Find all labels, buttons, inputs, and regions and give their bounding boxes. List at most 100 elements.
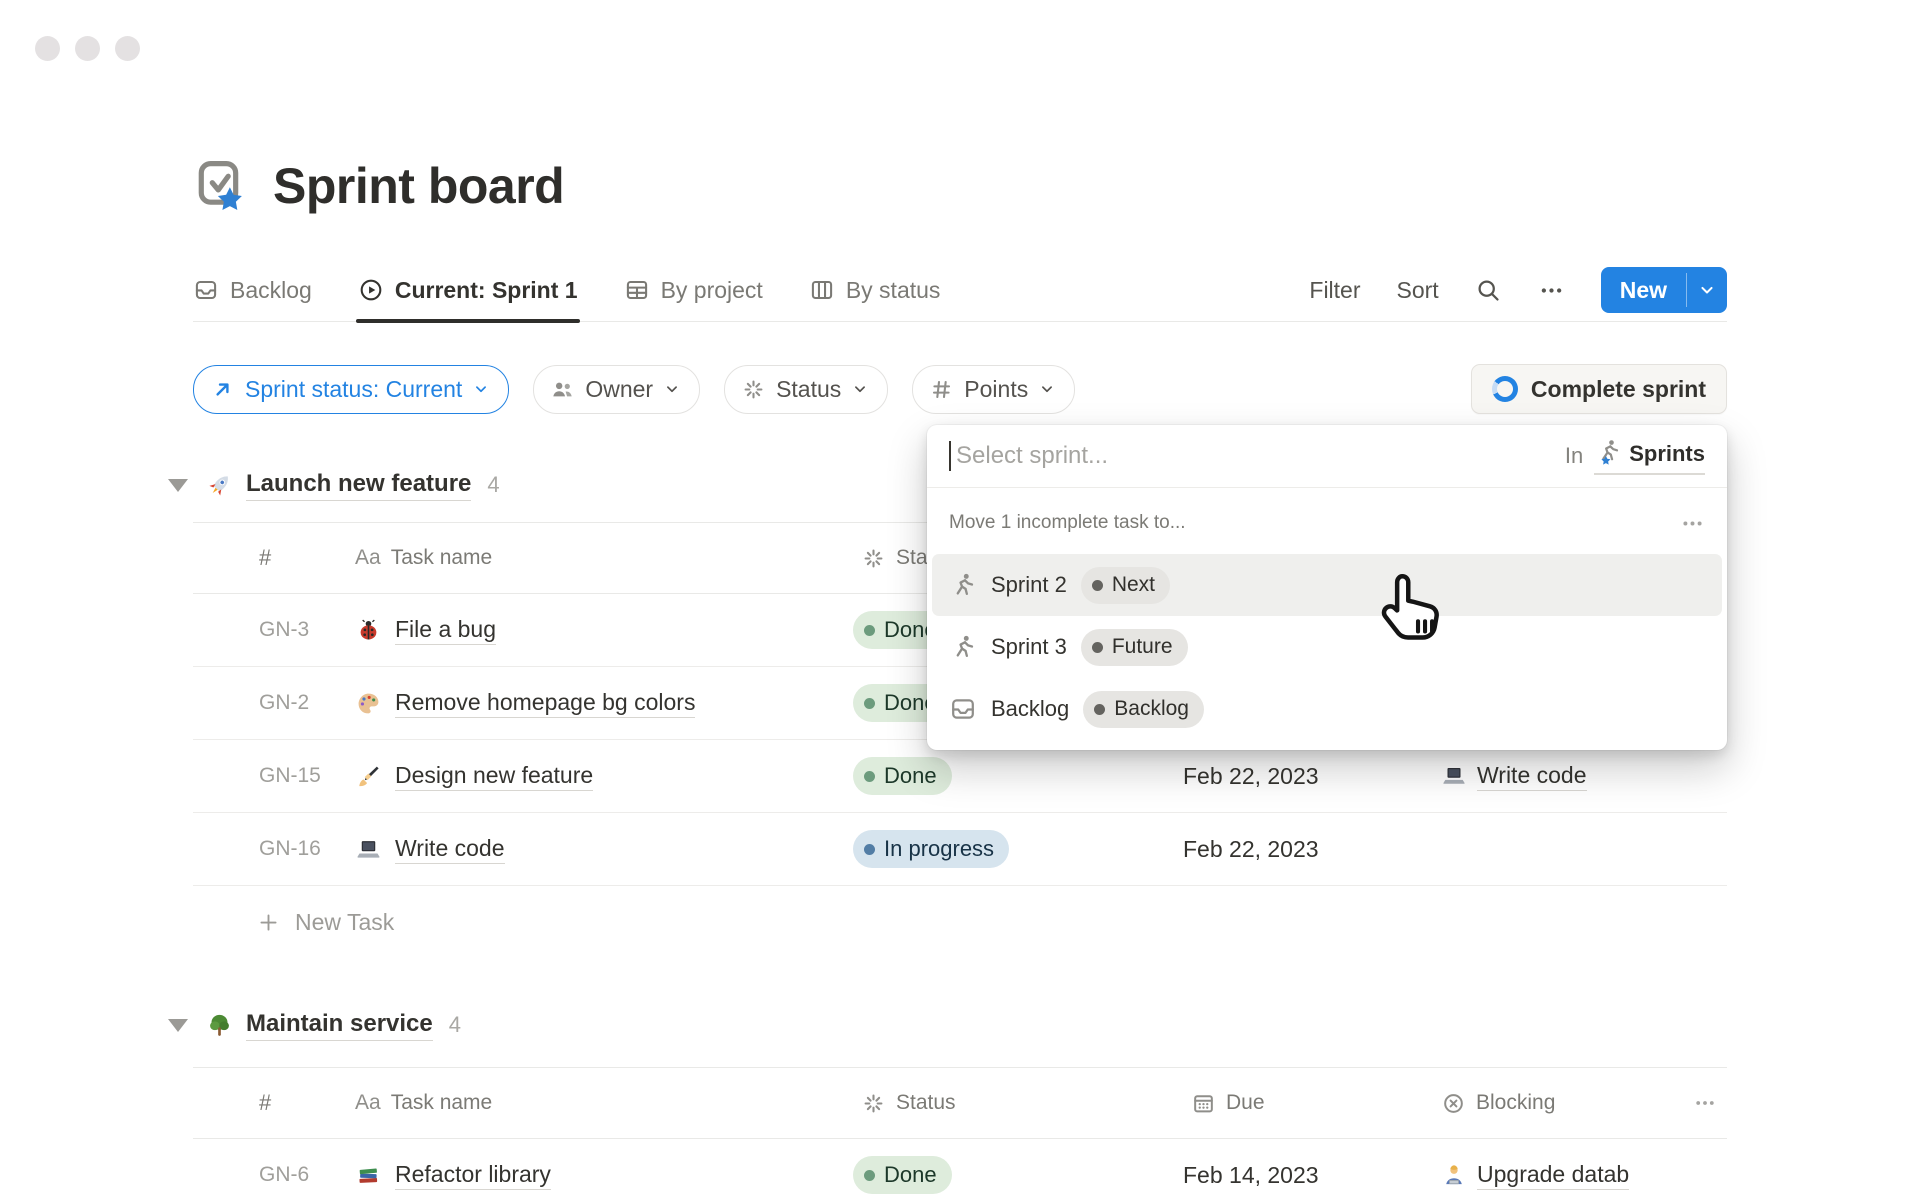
- table-row-gn-15[interactable]: GN-15Design new featureDoneFeb 22, 2023W…: [193, 740, 1727, 813]
- column-header-blocking[interactable]: Blocking: [1433, 1091, 1693, 1116]
- option-label: Backlog: [991, 696, 1069, 722]
- column-label: Blocking: [1476, 1091, 1555, 1115]
- status-dot-icon: [864, 625, 875, 636]
- popup-options: Sprint 2NextSprint 3FutureBacklogBacklog: [927, 548, 1727, 750]
- task-name-link[interactable]: Refactor library: [355, 1161, 853, 1190]
- task-name-link[interactable]: Remove homepage bg colors: [355, 689, 853, 718]
- view-tabs: Backlog Current: Sprint 1 By project By sta…: [193, 259, 940, 321]
- filter-chip-points[interactable]: Points: [912, 365, 1075, 414]
- page-title: Sprint board: [273, 157, 564, 215]
- popup-option-sprint-2[interactable]: Sprint 2Next: [932, 554, 1722, 616]
- search-icon[interactable]: [1475, 277, 1502, 304]
- task-name-link[interactable]: File a bug: [355, 616, 853, 645]
- column-header-id[interactable]: #: [193, 1090, 355, 1116]
- column-header-id[interactable]: #: [193, 545, 355, 571]
- laptop-icon: [355, 836, 382, 863]
- group-title[interactable]: Maintain service: [246, 1010, 433, 1041]
- task-id: GN-3: [193, 618, 355, 642]
- status-dot-icon: [1092, 580, 1103, 591]
- table-row-gn-6[interactable]: GN-6Refactor library Done Feb 14, 2023 Upgr…: [193, 1139, 1727, 1200]
- palette-icon: [355, 690, 382, 717]
- column-header-due[interactable]: Due: [1183, 1091, 1433, 1116]
- status-badge: Done: [853, 1156, 952, 1194]
- status-cell[interactable]: Done: [853, 1156, 1183, 1194]
- option-status-badge: Future: [1081, 629, 1188, 666]
- task-id: GN-2: [193, 691, 355, 715]
- window-controls: [35, 36, 140, 61]
- popup-collection: In Sprints: [1565, 438, 1705, 475]
- tab-backlog[interactable]: Backlog: [193, 259, 312, 321]
- blocking-cell[interactable]: Upgrade datab: [1433, 1161, 1693, 1190]
- tab-label: Current: Sprint 1: [395, 277, 578, 304]
- task-name: Design new feature: [395, 762, 593, 791]
- ladybug-icon: [355, 617, 382, 644]
- blocking-task-name: Write code: [1477, 762, 1587, 791]
- sort-button[interactable]: Sort: [1397, 277, 1439, 304]
- column-header-status[interactable]: Status: [853, 1091, 1183, 1116]
- table-row-gn-16[interactable]: GN-16Write codeIn progressFeb 22, 2023: [193, 813, 1727, 886]
- triangle-down-icon[interactable]: [168, 1019, 188, 1032]
- in-label: In: [1565, 443, 1583, 469]
- due-date[interactable]: Feb 22, 2023: [1183, 763, 1433, 790]
- tab-by-status[interactable]: By status: [809, 259, 941, 321]
- new-task-label: New Task: [295, 909, 394, 936]
- table-more-icon[interactable]: [1693, 1091, 1727, 1115]
- triangle-down-icon[interactable]: [168, 479, 188, 492]
- blocking-task-name: Upgrade datab: [1477, 1161, 1629, 1190]
- column-header-task-name[interactable]: Aa Task name: [355, 1091, 853, 1115]
- popup-option-backlog[interactable]: BacklogBacklog: [932, 678, 1722, 740]
- window-zoom-button[interactable]: [115, 36, 140, 61]
- popup-option-sprint-3[interactable]: Sprint 3Future: [932, 616, 1722, 678]
- group-title[interactable]: Launch new feature: [246, 470, 471, 501]
- status-badge: Done: [853, 757, 952, 795]
- due-date[interactable]: Feb 14, 2023: [1183, 1162, 1433, 1189]
- chevron-down-icon: [851, 380, 869, 398]
- column-label: Due: [1226, 1091, 1265, 1115]
- complete-sprint-button[interactable]: Complete sprint: [1471, 364, 1727, 414]
- status-dot-icon: [864, 844, 875, 855]
- tab-label: By project: [661, 277, 763, 304]
- task-name-link[interactable]: Design new feature: [355, 762, 853, 791]
- more-options-icon[interactable]: [1538, 277, 1565, 304]
- filter-chip-owner[interactable]: Owner: [533, 365, 700, 414]
- blocking-cell[interactable]: Write code: [1433, 762, 1693, 791]
- window-close-button[interactable]: [35, 36, 60, 61]
- checkbox-star-icon[interactable]: [193, 157, 251, 215]
- column-header-task-name[interactable]: AaTask name: [355, 546, 853, 570]
- tab-label: Backlog: [230, 277, 312, 304]
- task-group-maintain-service: Maintain service 4 #Aa Task name Status Due Bl…: [193, 997, 1727, 1200]
- text-type-icon: Aa: [355, 1091, 381, 1115]
- inbox-icon: [193, 277, 219, 303]
- status-dot-icon: [864, 771, 875, 782]
- status-label: Done: [884, 1162, 937, 1188]
- status-cell[interactable]: In progress: [853, 830, 1183, 868]
- filter-button[interactable]: Filter: [1309, 277, 1360, 304]
- new-task-button[interactable]: New Task: [193, 886, 1727, 958]
- group-count: 4: [449, 1012, 461, 1038]
- view-toolbar: Filter Sort New: [1309, 267, 1727, 313]
- badge-label: Next: [1112, 573, 1155, 597]
- window-minimize-button[interactable]: [75, 36, 100, 61]
- filter-chip-status[interactable]: Status: [724, 365, 888, 414]
- runner-icon: [949, 571, 977, 599]
- due-date[interactable]: Feb 22, 2023: [1183, 836, 1433, 863]
- task-name-link[interactable]: Write code: [355, 835, 853, 864]
- column-label: Task name: [391, 1091, 493, 1115]
- tab-current-sprint-1[interactable]: Current: Sprint 1: [358, 259, 578, 321]
- status-dot-icon: [1094, 704, 1105, 715]
- filter-chip-sprint-status-current[interactable]: Sprint status: Current: [193, 365, 509, 414]
- arrow-up-right-icon: [210, 377, 235, 402]
- status-cell[interactable]: Done: [853, 757, 1183, 795]
- view-tabs-bar: Backlog Current: Sprint 1 By project By sta…: [193, 259, 1727, 322]
- new-button[interactable]: New: [1601, 267, 1686, 313]
- task-id: GN-6: [193, 1163, 355, 1187]
- tab-by-project[interactable]: By project: [624, 259, 763, 321]
- status-dot-icon: [864, 1170, 875, 1181]
- popup-more-icon[interactable]: [1680, 511, 1705, 536]
- sprints-collection-link[interactable]: Sprints: [1594, 438, 1705, 475]
- rocket-icon: [205, 471, 234, 500]
- new-dropdown-button[interactable]: [1687, 267, 1727, 313]
- sprint-search-input[interactable]: Select sprint... In Sprints: [927, 425, 1727, 488]
- board-columns-icon: [809, 277, 835, 303]
- play-circle-icon: [358, 277, 384, 303]
